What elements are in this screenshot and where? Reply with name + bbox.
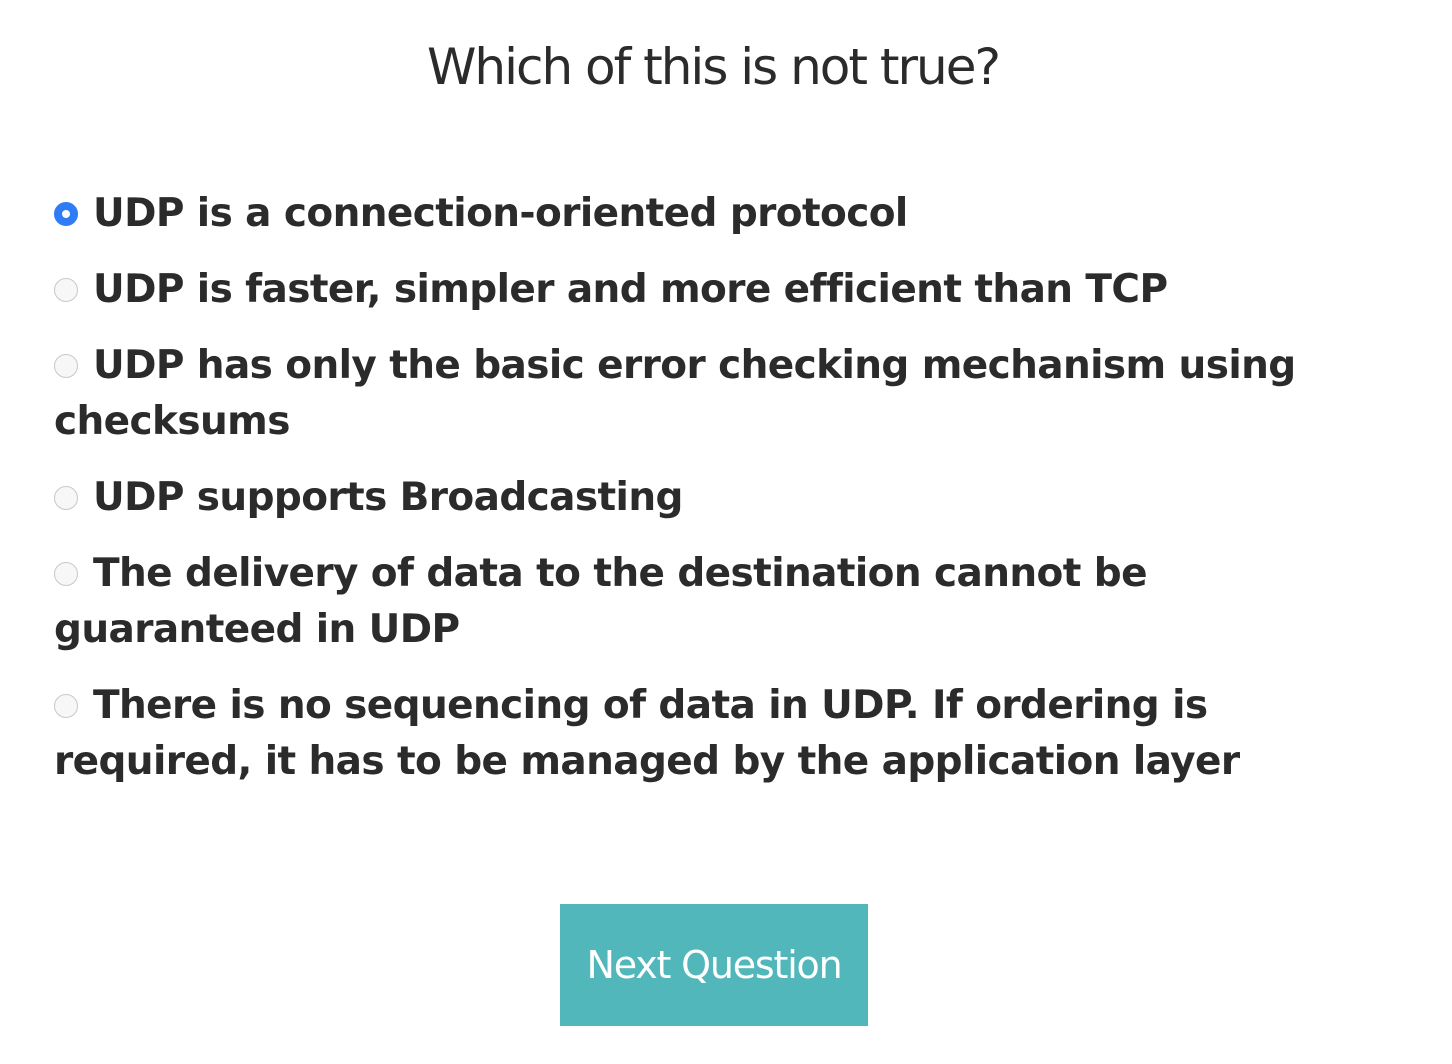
answer-option-label: UDP supports Broadcasting — [93, 475, 683, 520]
answer-option[interactable]: UDP has only the basic error checking me… — [54, 338, 1354, 450]
radio-button[interactable] — [54, 485, 78, 510]
radio-button-selected[interactable] — [54, 201, 78, 226]
answer-option[interactable]: UDP supports Broadcasting — [54, 470, 1354, 526]
answer-option[interactable]: UDP is faster, simpler and more efficien… — [54, 262, 1354, 318]
answer-option[interactable]: UDP is a connection-oriented protocol — [54, 186, 1354, 242]
answer-option-label: The delivery of data to the destination … — [54, 551, 1148, 652]
radio-button[interactable] — [54, 353, 78, 378]
next-question-button[interactable]: Next Question — [560, 904, 868, 1026]
question-title: Which of this is not true? — [426, 38, 1001, 96]
answer-option-label: UDP is faster, simpler and more efficien… — [93, 267, 1168, 312]
answer-option-label: UDP has only the basic error checking me… — [54, 343, 1296, 444]
radio-button[interactable] — [54, 561, 78, 586]
radio-button[interactable] — [54, 277, 78, 302]
radio-button[interactable] — [54, 693, 78, 718]
answer-option-label: UDP is a connection-oriented protocol — [93, 191, 908, 236]
answer-option-label: There is no sequencing of data in UDP. I… — [54, 683, 1240, 784]
answer-option[interactable]: There is no sequencing of data in UDP. I… — [54, 678, 1354, 790]
answer-options: UDP is a connection-oriented protocol UD… — [54, 186, 1354, 810]
answer-option[interactable]: The delivery of data to the destination … — [54, 546, 1354, 658]
